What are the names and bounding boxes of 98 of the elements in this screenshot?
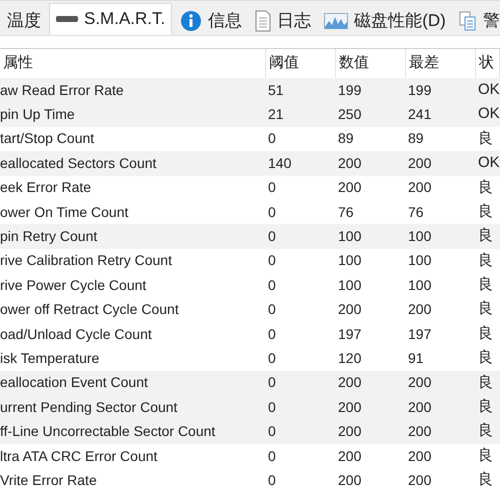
chart-icon bbox=[324, 13, 348, 29]
attribute-cell-text: isk Temperature bbox=[0, 348, 100, 368]
threshold-cell-text: 0 bbox=[267, 470, 277, 490]
value-cell-text: 100 bbox=[337, 227, 362, 246]
value-cell-text: 250 bbox=[337, 105, 362, 124]
status-cell-text: 良 bbox=[477, 372, 494, 393]
threshold-cell-text: 140 bbox=[267, 154, 292, 173]
worst-cell-text: 200 bbox=[407, 446, 432, 466]
attribute-cell-text: eallocated Sectors Count bbox=[0, 154, 158, 173]
value-cell-text: 199 bbox=[337, 80, 362, 100]
tab[interactable]: S.M.A.R.T. bbox=[49, 3, 172, 35]
value-cell-text: 200 bbox=[337, 154, 362, 173]
value-cell-text: 200 bbox=[337, 422, 362, 442]
value-cell-text: 197 bbox=[337, 324, 362, 344]
worst-cell-text: 200 bbox=[407, 422, 432, 442]
attribute-cell-text: rive Calibration Retry Count bbox=[0, 251, 173, 270]
attribute-cell-text: eek Error Rate bbox=[0, 178, 92, 198]
attribute-cell-text: aw Read Error Rate bbox=[0, 80, 125, 100]
threshold-cell-text: 0 bbox=[267, 129, 277, 148]
value-cell-text: 100 bbox=[337, 276, 362, 295]
worst-cell-text: 197 bbox=[407, 324, 432, 344]
attribute-cell-text: ower off Retract Cycle Count bbox=[0, 300, 180, 320]
threshold-cell-text: 0 bbox=[267, 398, 277, 417]
status-cell-text: 良 bbox=[477, 128, 494, 149]
value-cell-text: 200 bbox=[337, 446, 362, 466]
status-cell-text: 良 bbox=[477, 250, 494, 271]
value-cell-text: 200 bbox=[337, 300, 362, 320]
worst-cell-text: 200 bbox=[407, 373, 432, 392]
value-cell-text: 200 bbox=[337, 398, 362, 417]
threshold-cell-text: 0 bbox=[267, 178, 277, 198]
document-icon bbox=[255, 10, 272, 32]
value-cell-text: 200 bbox=[337, 470, 362, 490]
value-cell-text: 89 bbox=[337, 129, 355, 148]
value-cell-text: 200 bbox=[337, 373, 362, 392]
worst-cell-text: 100 bbox=[407, 276, 432, 295]
table-row[interactable]: eallocation Event Count 0 200 200 良 bbox=[0, 370, 500, 396]
threshold-cell-text: 0 bbox=[267, 300, 277, 320]
threshold-cell-text: 0 bbox=[267, 202, 277, 222]
worst-cell-text: 200 bbox=[407, 178, 432, 198]
status-cell-text: 良 bbox=[477, 178, 494, 198]
table-row[interactable]: aw Read Error Rate 51 199 199 OK bbox=[0, 78, 500, 102]
info-icon bbox=[180, 10, 202, 32]
worst-cell-text: 200 bbox=[407, 300, 432, 320]
status-cell-text: OK bbox=[477, 80, 500, 100]
worst-cell-text: 76 bbox=[407, 202, 425, 222]
worst-cell-text: 200 bbox=[407, 398, 432, 417]
worst-cell-text: 199 bbox=[407, 80, 432, 100]
status-cell-text: 良 bbox=[477, 202, 494, 222]
table-row[interactable]: eallocated Sectors Count 140 200 200 OK bbox=[0, 151, 500, 176]
status-cell-text: 良 bbox=[477, 348, 494, 368]
threshold-cell-text: 0 bbox=[267, 348, 277, 368]
attribute-cell-text: ff-Line Uncorrectable Sector Count bbox=[0, 422, 216, 442]
worst-cell-text: 91 bbox=[407, 348, 425, 368]
threshold-cell-text: 51 bbox=[267, 80, 285, 100]
attribute-cell-text: eallocation Event Count bbox=[0, 373, 149, 392]
status-cell-text: 良 bbox=[477, 397, 494, 418]
copy-icon bbox=[458, 11, 477, 31]
attribute-cell-text: ltra ATA CRC Error Count bbox=[0, 446, 158, 466]
threshold-cell-text: 0 bbox=[267, 227, 277, 246]
threshold-cell-text: 0 bbox=[267, 276, 277, 295]
worst-cell-text: 200 bbox=[407, 470, 432, 490]
status-cell-text: 良 bbox=[477, 421, 494, 442]
status-cell-text: 良 bbox=[477, 470, 494, 490]
worst-cell-text: 100 bbox=[407, 227, 432, 246]
value-cell-text: 100 bbox=[337, 251, 362, 270]
attribute-cell-text: pin Retry Count bbox=[0, 227, 98, 246]
status-cell-text: 良 bbox=[477, 275, 494, 296]
attribute-cell-text: ower On Time Count bbox=[0, 202, 130, 222]
status-cell-text: OK bbox=[477, 104, 500, 124]
attribute-cell-text: rive Power Cycle Count bbox=[0, 276, 148, 295]
attribute-cell-text: urrent Pending Sector Count bbox=[0, 398, 178, 417]
status-cell-text: 良 bbox=[477, 226, 494, 246]
threshold-cell-text: 21 bbox=[267, 105, 285, 124]
attribute-cell-text: pin Up Time bbox=[0, 105, 76, 124]
status-cell-text: OK bbox=[477, 153, 500, 174]
status-cell-text: 良 bbox=[477, 446, 494, 466]
worst-cell-text: 200 bbox=[407, 154, 432, 173]
threshold-cell-text: 0 bbox=[267, 446, 277, 466]
attribute-cell-text: tart/Stop Count bbox=[0, 129, 96, 148]
attribute-cell-text: oad/Unload Cycle Count bbox=[0, 324, 153, 344]
worst-cell-text: 100 bbox=[407, 251, 432, 270]
worst-cell-text: 241 bbox=[407, 105, 432, 124]
table-row[interactable]: urrent Pending Sector Count 0 200 200 良 bbox=[0, 395, 500, 420]
value-cell-text: 120 bbox=[337, 348, 362, 368]
threshold-cell-text: 0 bbox=[267, 324, 277, 344]
threshold-cell-text: 0 bbox=[267, 251, 277, 270]
table-row[interactable]: pin Up Time 21 250 241 OK bbox=[0, 102, 500, 127]
table-row[interactable]: ff-Line Uncorrectable Sector Count 0 200 200 良 bbox=[0, 419, 500, 444]
value-cell-text: 200 bbox=[337, 178, 362, 198]
drive-icon bbox=[56, 15, 78, 23]
status-cell-text: 良 bbox=[477, 299, 494, 320]
threshold-cell-text: 0 bbox=[267, 373, 277, 392]
attribute-cell-text: Vrite Error Rate bbox=[0, 470, 98, 490]
worst-cell-text: 89 bbox=[407, 129, 425, 148]
value-cell-text: 76 bbox=[337, 202, 355, 222]
threshold-cell-text: 0 bbox=[267, 422, 277, 442]
status-cell-text: 良 bbox=[477, 324, 494, 344]
table-row[interactable]: pin Retry Count 0 100 100 良 bbox=[0, 224, 500, 249]
